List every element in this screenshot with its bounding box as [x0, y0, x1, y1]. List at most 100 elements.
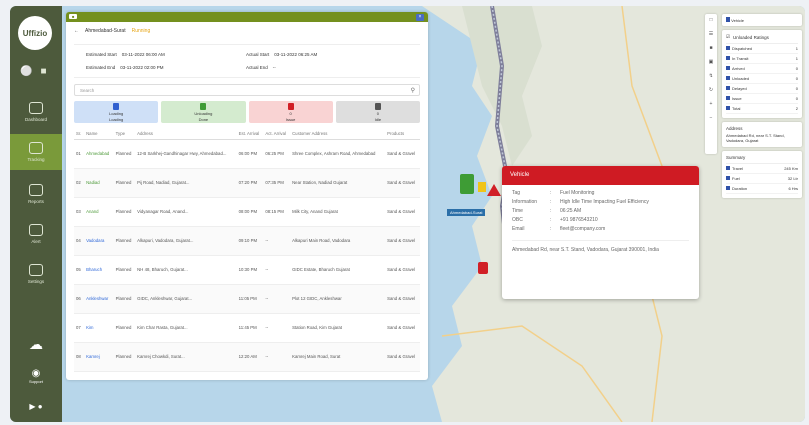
rating-label: Total	[732, 106, 741, 111]
layers-icon[interactable]: ☰	[709, 31, 713, 37]
sidebar-item-dashboard[interactable]: Dashboard	[10, 94, 62, 130]
popup-key: OBC	[512, 217, 523, 223]
column-header: Address	[135, 128, 237, 140]
alert-marker-icon[interactable]	[487, 184, 501, 196]
sidebar-item-alert[interactable]: Alert	[10, 216, 62, 252]
route-marker-label[interactable]: Ahmedabad-Surat	[447, 209, 486, 216]
table-row[interactable]: 03 Anand Planned Vidyanagar Road, Anand... 0…	[74, 197, 420, 227]
popup-colon: :	[550, 190, 552, 196]
table-cell: 09:10 PM	[236, 226, 264, 256]
popup-colon: :	[550, 226, 552, 232]
status-square-icon	[726, 76, 730, 80]
table-row[interactable]: 02 Nadiad Planned Pij Road, Nadiad, Gujarat…	[74, 168, 420, 198]
truck-marker[interactable]	[460, 174, 474, 194]
support-button[interactable]: ◉ Support	[10, 368, 62, 384]
popup-colon: :	[550, 217, 552, 223]
vehicle-icon	[726, 17, 730, 22]
table-cell: --	[263, 371, 291, 380]
table-row[interactable]: 01 Ahmedabad Planned 12-B Sarkhej-Gandhinag…	[74, 139, 420, 169]
rating-value: 1	[795, 46, 798, 51]
search-input[interactable]: Search ⚲	[74, 84, 420, 96]
flag-marker-icon[interactable]	[478, 182, 486, 192]
table-row[interactable]: 05 Bharuch Planned NH 48, Bharuch, Gujarat.…	[74, 255, 420, 285]
sidebar-item-reports[interactable]: Reports	[10, 176, 62, 212]
route-icon[interactable]: ↯	[709, 73, 713, 79]
report-icon	[29, 184, 43, 196]
trip-dates: Estimated Start 03-11-2022 06:00 AM Estim…	[74, 44, 420, 78]
sidebar-item-settings[interactable]: Settings	[10, 256, 62, 292]
rating-row: Delayed 0	[726, 84, 798, 94]
search-icon[interactable]: ⚲	[411, 87, 415, 94]
zoom-in-icon[interactable]: +	[710, 101, 713, 107]
table-cell[interactable]: Surat	[84, 371, 114, 380]
table-cell[interactable]: Ahmedabad	[84, 139, 114, 169]
table-row[interactable]: 09SuratPlannedRing Road, Surat, Gujarat.…	[74, 371, 420, 380]
app-store-icon[interactable]: ▶ ●	[10, 402, 62, 411]
summary-key: Travel	[726, 166, 743, 171]
table-cell: Shree Complex, Ashram Road, Ahmedabad	[290, 139, 386, 169]
popup-value: 06:25 AM	[560, 208, 582, 214]
brand-logo[interactable]: Uffizio	[18, 16, 52, 50]
table-row[interactable]: 07 Kim Planned Kim Char Rasta, Gujarat... 11…	[74, 313, 420, 343]
table-cell[interactable]: Ankleshwar	[84, 284, 114, 314]
column-header: Sr.	[74, 128, 85, 140]
rating-row: Dispatched 1	[726, 44, 798, 54]
status-card[interactable]: Unloading Done	[161, 101, 246, 123]
table-cell[interactable]: Vadodara	[84, 226, 114, 256]
status-card[interactable]: 0 Idle	[335, 101, 420, 123]
traffic-icon[interactable]: ■	[709, 45, 712, 51]
table-cell: Sand & Gravel	[385, 197, 420, 227]
popup-key: Tag	[512, 190, 521, 196]
lock-icon[interactable]: ■	[40, 66, 46, 77]
table-cell: 08:15 PM	[263, 197, 291, 227]
cloud-icon[interactable]: ☁	[10, 336, 62, 353]
back-icon[interactable]: ←	[74, 28, 79, 34]
table-row[interactable]: 08 Kamrej Planned Kamrej Chowkdi, Surat... 1…	[74, 342, 420, 372]
table-row[interactable]: 04 Vadodara Planned Alkapuri, Vadodara, Guj…	[74, 226, 420, 256]
user-icon[interactable]: ⚪	[20, 66, 32, 77]
table-cell: 07:20 PM	[236, 168, 264, 198]
status-card[interactable]: Loading Loading	[74, 101, 159, 123]
rating-row: Arrived 0	[726, 64, 798, 74]
zoom-out-icon[interactable]: −	[710, 115, 713, 121]
right-info-panel: Vehicle ☑ Unloaded Ratings Dispatched 1 In …	[722, 14, 802, 409]
table-cell: 02	[74, 168, 85, 198]
location-pin-icon	[29, 142, 43, 154]
summary-label: Duration	[732, 186, 748, 191]
status-card[interactable]: 0 Issue	[248, 101, 333, 123]
table-cell[interactable]: Kim	[84, 313, 114, 343]
popup-row: Time: 06:25 AM	[512, 208, 689, 214]
table-cell: Kim Char Rasta, Gujarat...	[135, 313, 237, 343]
sidebar-item-tracking[interactable]: Tracking	[10, 134, 62, 170]
rating-value: 0	[795, 76, 798, 81]
gauge-icon	[29, 102, 43, 114]
popup-row: Email: fleet@company.com	[512, 226, 689, 232]
card-label: 0	[289, 110, 292, 116]
table-row[interactable]: 06 Ankleshwar Planned GIDC, Ankleshwar, Guj…	[74, 284, 420, 314]
vehicle-popup: Vehicle Tag: Fuel Monitoring Information: H…	[502, 166, 699, 299]
popup-key: Information	[512, 199, 538, 205]
status-square-icon	[726, 106, 730, 110]
close-icon[interactable]: ×	[416, 13, 424, 21]
fullscreen-icon[interactable]: □	[709, 17, 712, 23]
vehicle-toggle[interactable]: Vehicle	[722, 14, 802, 26]
refresh-icon[interactable]: ↻	[709, 87, 713, 93]
breadcrumb: ← Ahmedabad-Surat Running	[66, 22, 428, 40]
checkbox-icon[interactable]: ☑	[726, 34, 730, 40]
table-cell: NH 48, Bharuch, Gujarat...	[135, 255, 237, 285]
map-view[interactable]: Ahmedabad-Surat ■ × ← Ahmedabad-Surat Ru…	[62, 6, 805, 422]
trip-tag: ■	[69, 14, 78, 19]
table-cell[interactable]: Kamrej	[84, 342, 114, 372]
destination-marker-icon[interactable]	[478, 262, 488, 274]
table-cell[interactable]: Anand	[84, 197, 114, 227]
summary-row: Duration 6 Hrs	[726, 184, 798, 194]
column-header: Type	[113, 128, 136, 140]
popup-row: Tag: Fuel Monitoring	[512, 190, 689, 196]
table-cell: Sand & Gravel	[385, 226, 420, 256]
satellite-icon[interactable]: ▣	[709, 59, 714, 65]
table-cell: Sand & Gravel	[385, 284, 420, 314]
status-square-icon	[726, 176, 730, 180]
table-cell[interactable]: Nadiad	[84, 168, 114, 198]
table-cell: --	[263, 255, 291, 285]
table-cell[interactable]: Bharuch	[84, 255, 114, 285]
